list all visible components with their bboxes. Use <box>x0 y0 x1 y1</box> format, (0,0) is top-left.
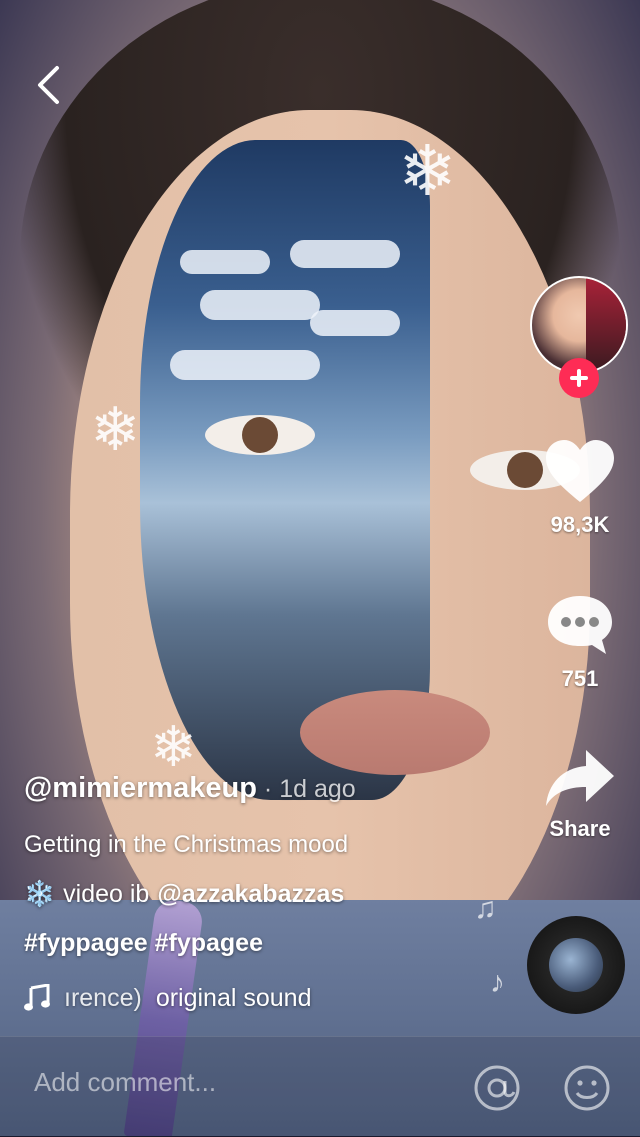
back-button[interactable] <box>28 60 68 110</box>
share-arrow-icon <box>546 750 614 806</box>
hashtags[interactable]: #fyppagee #fypagee <box>24 922 524 964</box>
comment-bar: Add comment... <box>0 1036 640 1137</box>
username-link[interactable]: @mimiermakeup <box>24 772 257 804</box>
caption-block: @mimiermakeup · 1d ago Getting in the Ch… <box>24 766 524 1020</box>
sound-prefix: ırence) <box>64 984 142 1012</box>
snowflake-icon: ❄️ <box>24 879 56 908</box>
at-icon <box>474 1065 520 1111</box>
smiley-icon <box>564 1065 610 1111</box>
sound-disc[interactable] <box>527 916 625 1014</box>
comment-button[interactable]: 751 <box>520 592 640 692</box>
like-button[interactable]: 98,3K <box>520 438 640 538</box>
comment-count: 751 <box>561 666 599 691</box>
music-note-icon: ♫ <box>474 892 497 925</box>
lips <box>300 690 490 775</box>
comment-bubble-icon <box>548 596 612 654</box>
music-note-icon: ♪ <box>490 966 505 999</box>
credit-text: video ib <box>63 880 150 908</box>
plus-icon <box>570 369 588 387</box>
left-eye <box>205 415 315 455</box>
sound-line[interactable]: ırence) original sound <box>24 976 524 1020</box>
share-button[interactable]: Share <box>520 748 640 842</box>
share-label: Share <box>549 816 611 841</box>
mention-link[interactable]: @azzakabazzas <box>157 872 344 916</box>
emoji-button[interactable] <box>560 1061 614 1115</box>
credit-line: ❄️ video ib @azzakabazzas <box>24 872 524 916</box>
mention-button[interactable] <box>470 1061 524 1115</box>
chevron-left-icon <box>38 66 59 104</box>
snowflake-icon: ❄ <box>90 395 141 465</box>
time-ago: · 1d ago <box>256 775 356 803</box>
music-note-icon <box>24 984 50 1011</box>
snowflake-icon: ❄ <box>398 130 457 212</box>
description: Getting in the Christmas mood <box>24 831 349 858</box>
comment-input[interactable]: Add comment... <box>34 1067 216 1098</box>
username-line: @mimiermakeup · 1d ago <box>24 766 524 810</box>
like-count: 98,3K <box>550 512 610 537</box>
creator-avatar[interactable] <box>530 276 628 398</box>
heart-icon <box>546 440 614 502</box>
sound-cover <box>549 938 603 992</box>
sound-name: original sound <box>155 984 312 1012</box>
follow-button[interactable] <box>559 358 599 398</box>
